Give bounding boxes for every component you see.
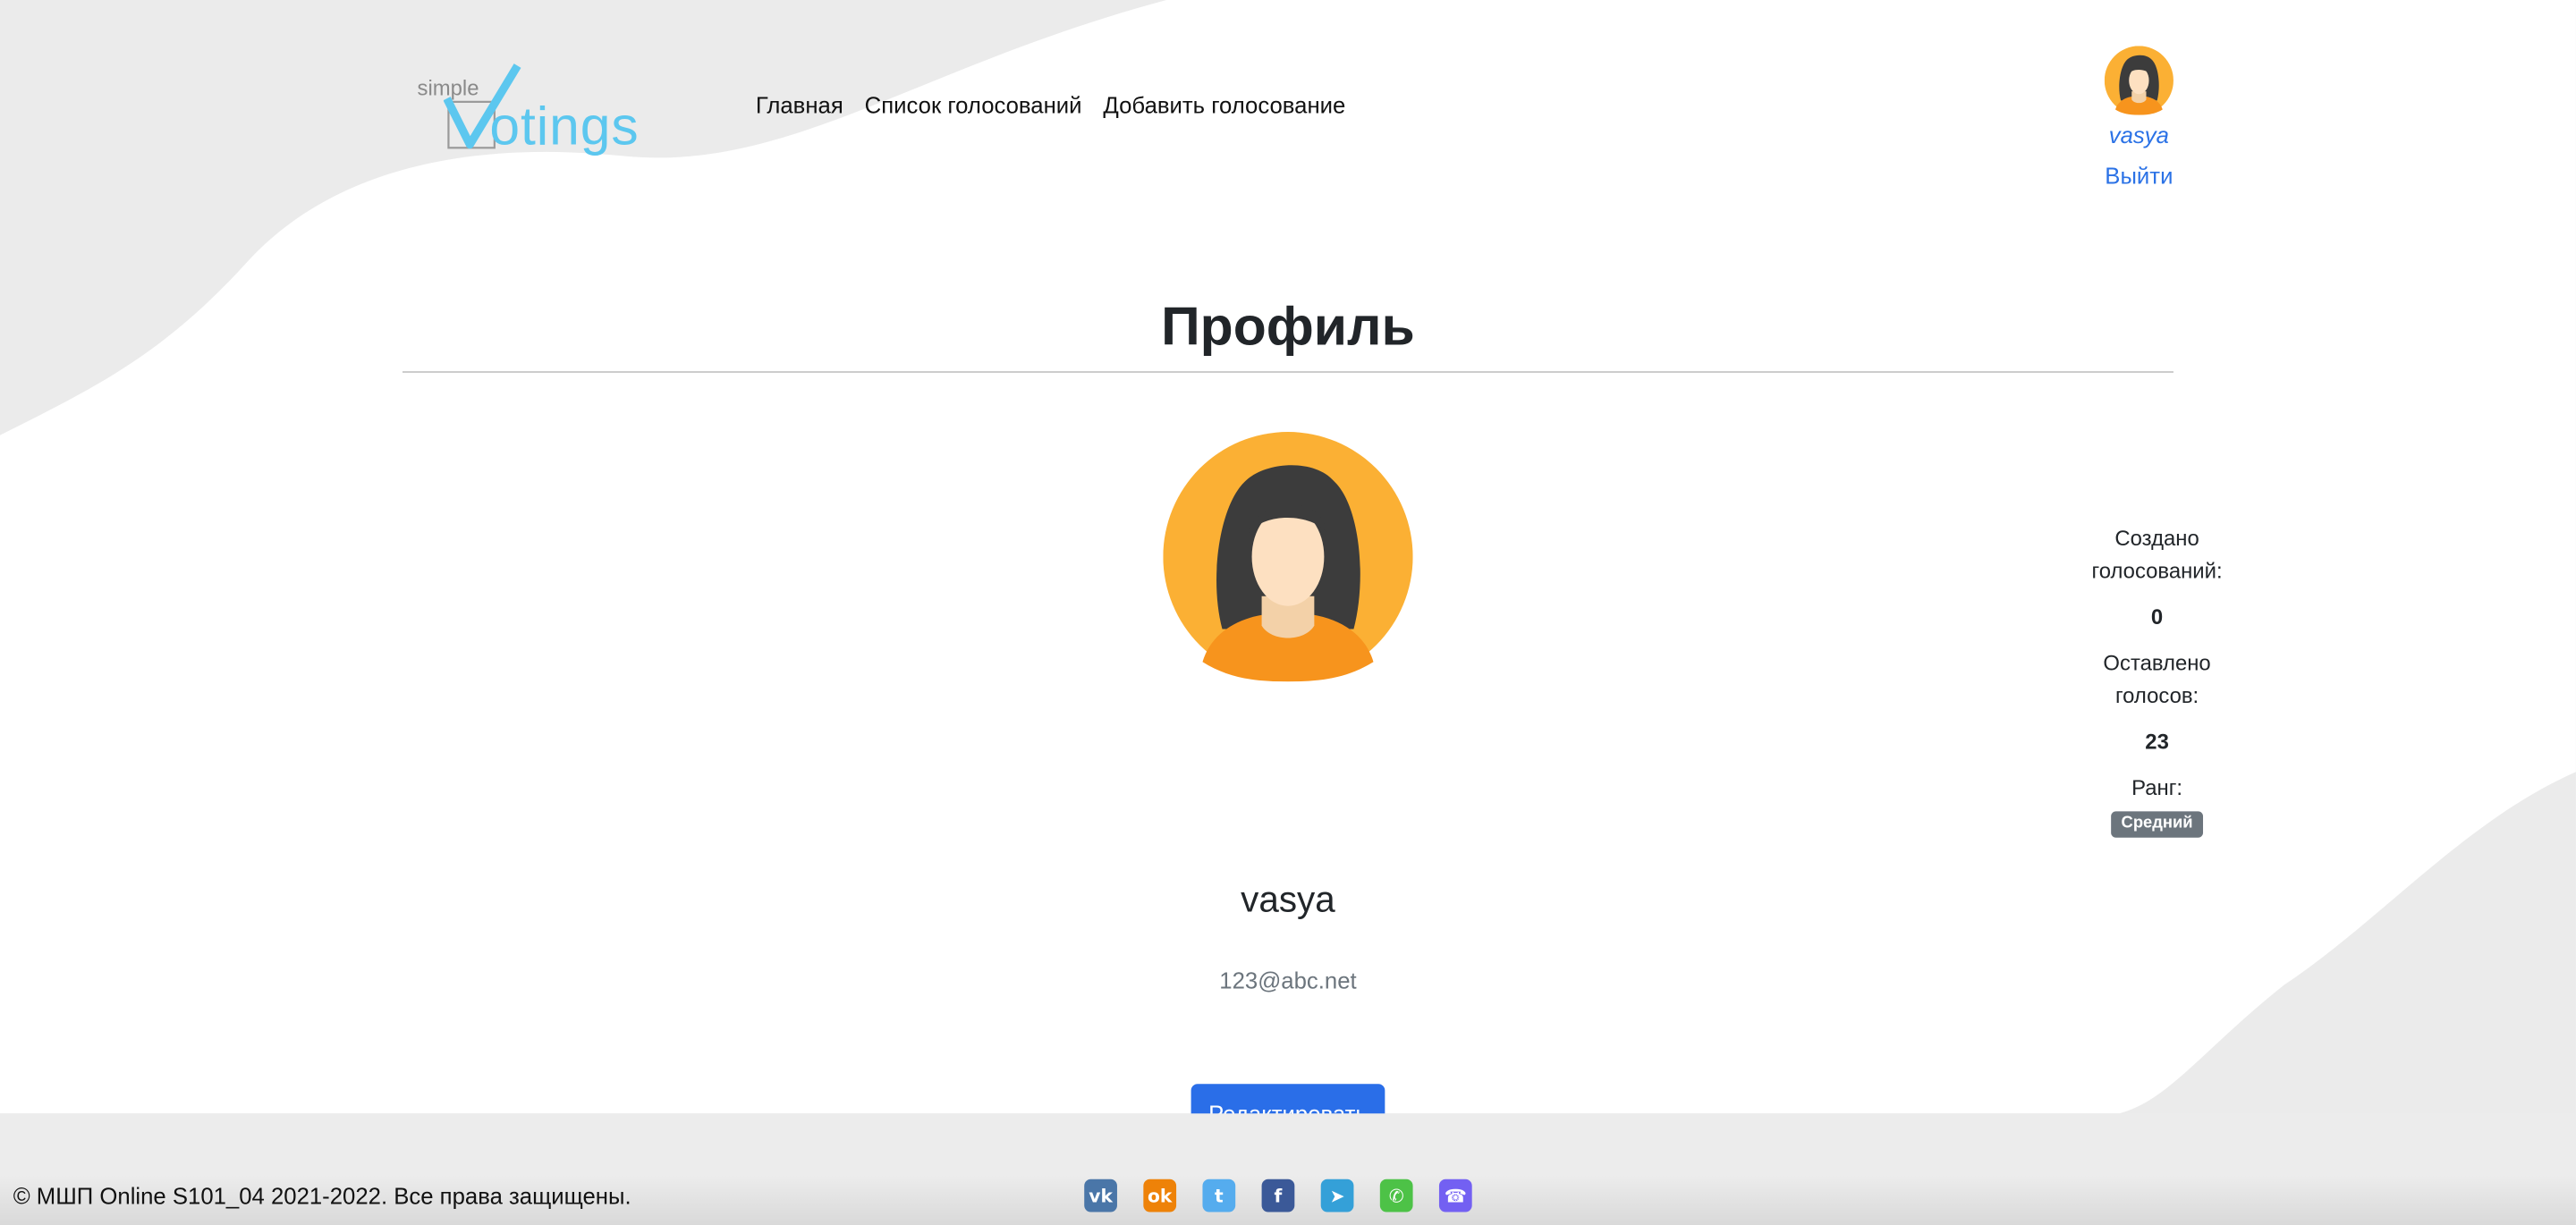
- votes-cast-label: Оставлено голосов:: [2103, 650, 2211, 708]
- logo-big-word: otings: [489, 95, 640, 156]
- nav-home[interactable]: Главная: [756, 92, 843, 118]
- nav-add-voting[interactable]: Добавить голосование: [1103, 92, 1345, 118]
- whatsapp-icon[interactable]: ✆: [1379, 1179, 1413, 1212]
- logo[interactable]: simple otings: [414, 63, 661, 168]
- telegram-icon[interactable]: ➤: [1320, 1179, 1354, 1212]
- copyright-text: © МШП Online S101_04 2021-2022. Все прав…: [13, 1182, 631, 1209]
- facebook-icon[interactable]: f: [1261, 1179, 1295, 1212]
- twitter-icon[interactable]: t: [1202, 1179, 1236, 1212]
- profile-email: 123@abc.net: [1219, 967, 1357, 994]
- profile-name: vasya: [1241, 878, 1335, 920]
- created-votings-label: Создано голосований:: [2091, 525, 2223, 584]
- header-username[interactable]: vasya: [2087, 122, 2192, 148]
- rank-label: Ранг:: [2131, 774, 2183, 800]
- vk-icon[interactable]: vk: [1084, 1179, 1117, 1212]
- odnoklassniki-icon[interactable]: ok: [1143, 1179, 1177, 1212]
- votes-cast-value: 23: [2145, 729, 2169, 755]
- user-menu: vasya Выйти: [2087, 46, 2192, 189]
- viber-icon[interactable]: ☎: [1438, 1179, 1472, 1212]
- title-divider: [402, 371, 2174, 373]
- created-votings-value: 0: [2150, 604, 2164, 629]
- profile-avatar: [1163, 432, 1413, 682]
- user-avatar-icon[interactable]: [2104, 46, 2174, 115]
- main-nav: Главная Список голосований Добавить голо…: [756, 92, 1345, 118]
- logout-link[interactable]: Выйти: [2087, 163, 2192, 189]
- profile-stats: Создано голосований: 0 Оставлено голосов…: [2073, 522, 2241, 838]
- page-title: Профиль: [1161, 295, 1415, 357]
- page: simple otings Главная Список голосований…: [0, 0, 2576, 1225]
- rank-badge: Средний: [2111, 811, 2203, 838]
- nav-votings-list[interactable]: Список голосований: [865, 92, 1082, 118]
- social-links: vk ok t f ➤ ✆ ☎: [1084, 1179, 1472, 1212]
